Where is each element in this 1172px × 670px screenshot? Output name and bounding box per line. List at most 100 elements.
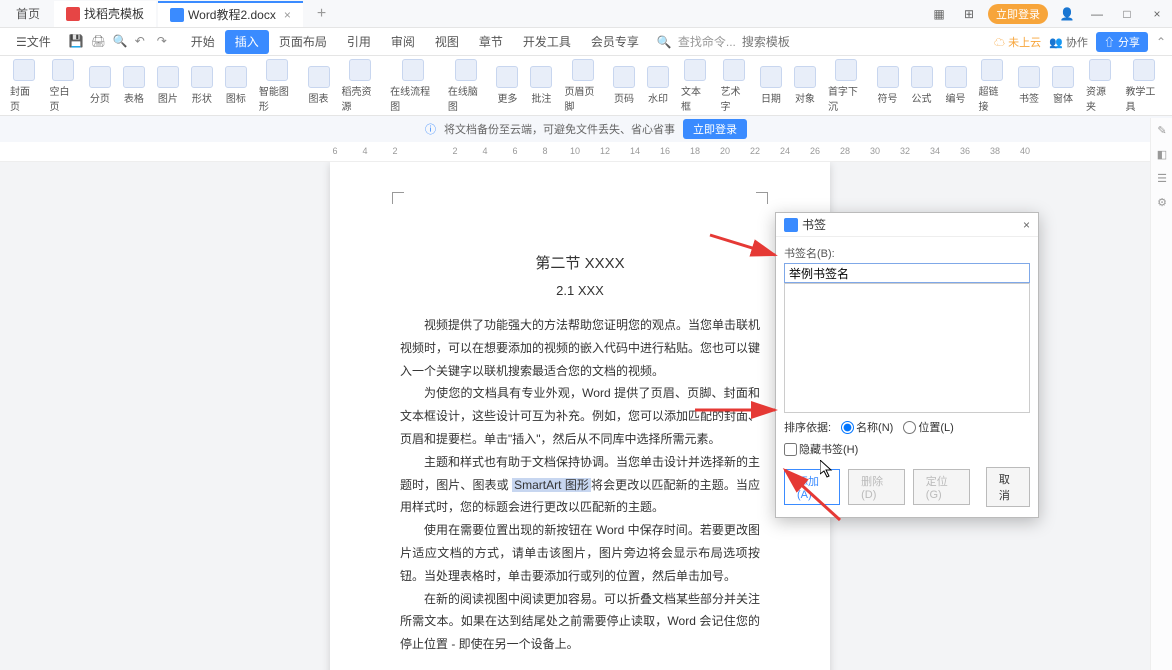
- ribbon-符号[interactable]: 符号: [871, 56, 905, 115]
- ribbon-教学工具[interactable]: 教学工具: [1119, 56, 1168, 115]
- ribbon-水印[interactable]: 水印: [641, 56, 675, 115]
- radio-location[interactable]: 位置(L): [903, 419, 953, 435]
- ribbon-封面页[interactable]: 封面页: [4, 56, 43, 115]
- apps-icon[interactable]: ⊞: [958, 3, 980, 25]
- dialog-close-icon[interactable]: ×: [1023, 218, 1030, 232]
- share-button[interactable]: ⇧ 分享: [1096, 32, 1148, 52]
- ribbon-对象[interactable]: 对象: [788, 56, 822, 115]
- window-controls: ▦ ⊞ 立即登录 👤 — □ ×: [928, 3, 1168, 25]
- ribbon-批注[interactable]: 批注: [524, 56, 558, 115]
- qat-save-icon[interactable]: 💾: [69, 34, 85, 50]
- side-item[interactable]: ☰: [1151, 166, 1172, 190]
- tab-template[interactable]: 找稻壳模板: [54, 1, 156, 27]
- ribbon-页眉页脚[interactable]: 页眉页脚: [558, 56, 607, 115]
- ribbon-形状[interactable]: 形状: [185, 56, 219, 115]
- ribbon-icon: [835, 59, 857, 81]
- tab-new[interactable]: +: [305, 1, 338, 27]
- menu-item[interactable]: 页面布局: [269, 30, 337, 54]
- doc-paragraph: 为使您的文档具有专业外观，Word 提供了页眉、页脚、封面和文本框设计，这些设计…: [400, 382, 760, 450]
- ribbon-空白页[interactable]: 空白页: [43, 56, 82, 115]
- ribbon-图片[interactable]: 图片: [151, 56, 185, 115]
- close-icon[interactable]: ×: [284, 8, 291, 22]
- ruler-mark: 26: [810, 146, 820, 156]
- ribbon-在线脑图[interactable]: 在线脑图: [442, 56, 491, 115]
- ribbon-图标[interactable]: 图标: [219, 56, 253, 115]
- hide-checkbox-input[interactable]: [784, 443, 797, 456]
- tab-home[interactable]: 首页: [4, 1, 52, 27]
- ribbon-label: 对象: [795, 90, 815, 105]
- avatar-icon[interactable]: 👤: [1056, 3, 1078, 25]
- ribbon-资源夹[interactable]: 资源夹: [1080, 56, 1119, 115]
- ruler-mark: 4: [360, 146, 370, 156]
- ribbon-超链接[interactable]: 超链接: [973, 56, 1012, 115]
- ribbon-艺术字[interactable]: 艺术字: [714, 56, 753, 115]
- qat-preview-icon[interactable]: 🔍: [113, 34, 129, 50]
- ribbon-表格[interactable]: 表格: [117, 56, 151, 115]
- ribbon-icon: [496, 66, 518, 88]
- bookmark-name-input[interactable]: [784, 263, 1030, 283]
- menu-item[interactable]: 视图: [425, 30, 469, 54]
- ribbon-label: 页码: [614, 90, 634, 105]
- max-icon[interactable]: □: [1116, 3, 1138, 25]
- ribbon-label: 空白页: [49, 83, 76, 113]
- ribbon-label: 封面页: [10, 83, 37, 113]
- collab-button[interactable]: 👥 协作: [1049, 34, 1088, 50]
- ribbon-公式[interactable]: 公式: [905, 56, 939, 115]
- menu-item[interactable]: 引用: [337, 30, 381, 54]
- side-item[interactable]: ◧: [1151, 142, 1172, 166]
- menu-file[interactable]: ☰ 文件: [6, 30, 61, 54]
- menu-item[interactable]: 会员专享: [581, 30, 649, 54]
- ribbon-窗体[interactable]: 窗体: [1046, 56, 1080, 115]
- ribbon-label: 编号: [946, 90, 966, 105]
- radio-name[interactable]: 名称(N): [841, 419, 893, 435]
- menu-item[interactable]: 章节: [469, 30, 513, 54]
- cloud-status[interactable]: ☁ 未上云: [994, 34, 1041, 50]
- cancel-button[interactable]: 取消: [986, 467, 1030, 507]
- close-window-icon[interactable]: ×: [1146, 3, 1168, 25]
- tab-template-label: 找稻壳模板: [84, 5, 144, 22]
- ribbon-图表[interactable]: 图表: [302, 56, 336, 115]
- ribbon-首字下沉[interactable]: 首字下沉: [822, 56, 871, 115]
- grid-icon[interactable]: ▦: [928, 3, 950, 25]
- tab-document[interactable]: Word教程2.docx ×: [158, 1, 303, 27]
- quick-access: 💾 🖨 🔍 ↶ ↷: [69, 34, 173, 50]
- side-item[interactable]: ✎: [1151, 118, 1172, 142]
- document-page[interactable]: 第二节 XXXX 2.1 XXX 视频提供了功能强大的方法帮助您证明您的观点。当…: [330, 162, 830, 670]
- ribbon-文本框[interactable]: 文本框: [675, 56, 714, 115]
- radio-location-input[interactable]: [903, 421, 916, 434]
- ribbon-icon: [52, 59, 74, 81]
- qat-undo-icon[interactable]: ↶: [135, 34, 151, 50]
- ribbon-稻壳资源[interactable]: 稻壳资源: [336, 56, 385, 115]
- ruler-mark: 40: [1020, 146, 1030, 156]
- menu-item[interactable]: 审阅: [381, 30, 425, 54]
- qat-redo-icon[interactable]: ↷: [157, 34, 173, 50]
- login-button[interactable]: 立即登录: [988, 4, 1048, 24]
- ribbon-智能图形[interactable]: 智能图形: [253, 56, 302, 115]
- add-button[interactable]: 添加(A): [784, 469, 840, 505]
- ribbon-分页[interactable]: 分页: [83, 56, 117, 115]
- ribbon-页码[interactable]: 页码: [607, 56, 641, 115]
- menu-item-insert[interactable]: 插入: [225, 30, 269, 54]
- hide-checkbox[interactable]: 隐藏书签(H): [784, 441, 858, 457]
- menu-more-icon[interactable]: ⌃: [1156, 35, 1166, 49]
- ribbon-icon: [308, 66, 330, 88]
- min-icon[interactable]: —: [1086, 3, 1108, 25]
- doc-subheading: 2.1 XXX: [400, 283, 760, 298]
- search-input[interactable]: [742, 35, 822, 49]
- menu-item[interactable]: 开始: [181, 30, 225, 54]
- ribbon-更多[interactable]: 更多: [490, 56, 524, 115]
- menu-item[interactable]: 开发工具: [513, 30, 581, 54]
- ribbon-label: 水印: [648, 90, 668, 105]
- radio-name-input[interactable]: [841, 421, 854, 434]
- side-item[interactable]: ⚙: [1151, 190, 1172, 214]
- ribbon-编号[interactable]: 编号: [939, 56, 973, 115]
- ribbon-日期[interactable]: 日期: [754, 56, 788, 115]
- notice-login-button[interactable]: 立即登录: [683, 119, 747, 139]
- qat-print-icon[interactable]: 🖨: [91, 34, 107, 50]
- ribbon-在线流程图[interactable]: 在线流程图: [384, 56, 442, 115]
- ribbon-icon: [157, 66, 179, 88]
- ribbon-label: 图标: [226, 90, 246, 105]
- bookmark-list[interactable]: [784, 283, 1030, 413]
- ribbon-label: 符号: [878, 90, 898, 105]
- ribbon-书签[interactable]: 书签: [1012, 56, 1046, 115]
